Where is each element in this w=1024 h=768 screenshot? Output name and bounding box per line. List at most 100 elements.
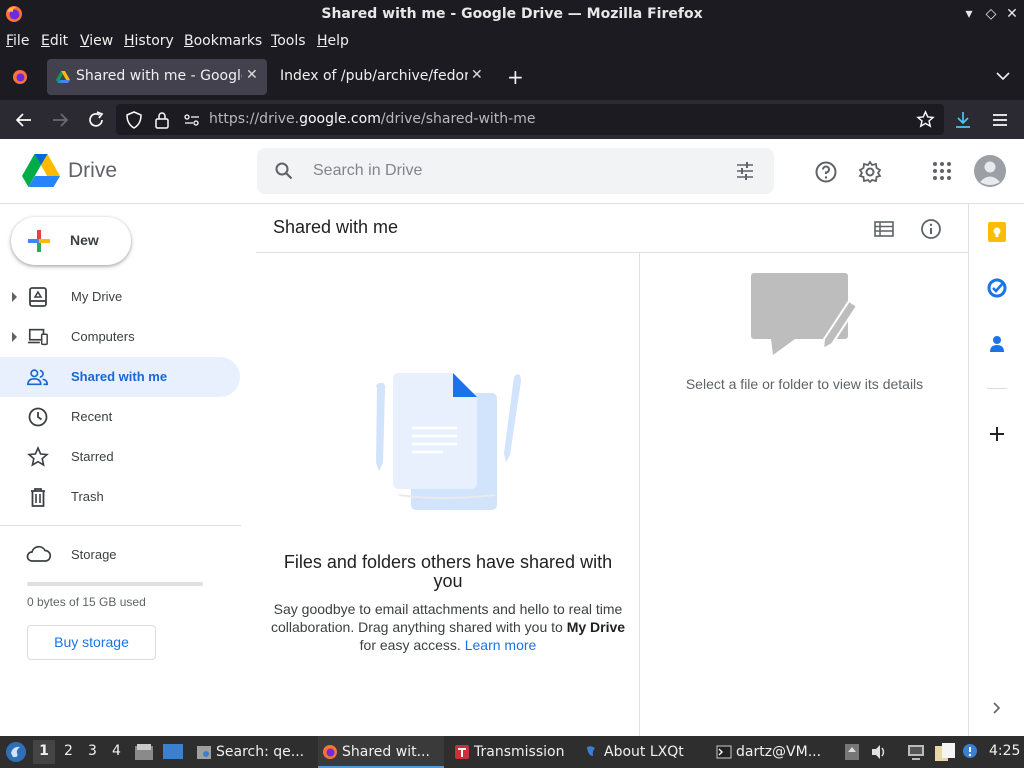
minimize-button[interactable]: ▾: [960, 5, 978, 23]
notification-icon[interactable]: [962, 743, 978, 759]
drive-header: Drive Search in Drive: [0, 139, 1024, 204]
permissions-icon[interactable]: [183, 112, 201, 128]
search-icon[interactable]: [274, 161, 294, 181]
reload-icon[interactable]: [85, 109, 107, 131]
expand-caret-icon[interactable]: [12, 332, 17, 342]
task-label: Shared wit...: [342, 744, 430, 760]
keep-icon[interactable]: [987, 222, 1007, 242]
firefox-view-icon[interactable]: [11, 68, 29, 86]
menu-bookmarks[interactable]: Bookmarks: [184, 33, 262, 49]
add-addon-icon[interactable]: [988, 425, 1006, 443]
menu-history[interactable]: History: [124, 33, 174, 49]
task-firefox[interactable]: Shared wit...: [318, 736, 444, 768]
search-box[interactable]: Search in Drive: [257, 148, 774, 194]
workspace-2[interactable]: 2: [64, 743, 73, 759]
tray-upload-icon[interactable]: [844, 743, 860, 761]
learn-more-link[interactable]: Learn more: [465, 637, 537, 653]
sidebar-item-label: Starred: [71, 449, 114, 464]
buy-storage-button[interactable]: Buy storage: [27, 625, 156, 660]
window-title: Shared with me - Google Drive — Mozilla …: [321, 6, 703, 22]
menu-view[interactable]: View: [80, 33, 113, 49]
task-about-lxqt[interactable]: About LXQt: [580, 736, 702, 768]
chevron-right-icon[interactable]: [991, 701, 1003, 715]
show-desktop-icon[interactable]: [162, 743, 184, 761]
new-tab-button[interactable]: +: [507, 65, 524, 89]
close-window-button[interactable]: ✕: [1003, 5, 1021, 23]
task-transmission[interactable]: Transmission: [450, 736, 572, 768]
sidebar-item-my-drive[interactable]: My Drive: [0, 277, 240, 317]
tab-drive[interactable]: Shared with me - Google ✕: [47, 59, 267, 95]
task-search[interactable]: Search: qe...: [192, 736, 310, 768]
clock[interactable]: 4:25: [989, 743, 1020, 759]
tab-fedora-index[interactable]: Index of /pub/archive/fedora ✕: [270, 59, 492, 95]
clipboard-icon[interactable]: [934, 742, 956, 762]
workspace-4[interactable]: 4: [112, 743, 121, 759]
expand-caret-icon[interactable]: [12, 292, 17, 302]
list-view-icon[interactable]: [874, 220, 894, 238]
main-header: Shared with me: [256, 204, 968, 253]
workspace-3[interactable]: 3: [88, 743, 97, 759]
cloud-icon[interactable]: [26, 544, 52, 564]
menu-help[interactable]: Help: [317, 33, 349, 49]
storage-progress-bar: [27, 582, 203, 586]
shield-icon[interactable]: [125, 111, 143, 129]
firefox-icon: [323, 745, 337, 759]
new-button[interactable]: New: [11, 217, 131, 265]
start-menu-icon[interactable]: [5, 741, 27, 763]
menu-tools[interactable]: Tools: [271, 33, 306, 49]
search-input[interactable]: Search in Drive: [313, 162, 422, 180]
drive-logo-icon[interactable]: [22, 154, 60, 188]
maximize-button[interactable]: ◇: [982, 5, 1000, 23]
hamburger-menu-icon[interactable]: [989, 109, 1011, 131]
sidebar: New My Drive Computers Shared with me Re…: [0, 204, 256, 736]
settings-gear-icon[interactable]: [858, 160, 882, 184]
lock-icon[interactable]: [154, 111, 170, 129]
workspace-1[interactable]: 1: [33, 740, 55, 764]
menu-edit[interactable]: Edit: [41, 33, 68, 49]
task-terminal[interactable]: dartz@VM...: [712, 736, 834, 768]
sidebar-item-label: Trash: [71, 489, 104, 504]
network-icon[interactable]: [906, 743, 926, 761]
sidebar-item-starred[interactable]: Starred: [0, 437, 240, 477]
plus-icon: [28, 230, 50, 252]
help-icon[interactable]: [814, 160, 838, 184]
url-text[interactable]: https://drive.google.com/drive/shared-wi…: [209, 111, 535, 127]
empty-state: Files and folders others have shared wit…: [256, 253, 640, 736]
taskbar: 1 2 3 4 Search: qe... Shared wit... Tran…: [0, 736, 1024, 768]
task-label: dartz@VM...: [736, 744, 822, 760]
task-label: Search: qe...: [216, 744, 305, 760]
info-icon[interactable]: [920, 218, 942, 240]
page-title: Shared with me: [273, 217, 399, 237]
url-bar[interactable]: https://drive.google.com/drive/shared-wi…: [116, 104, 944, 135]
navigation-bar: https://drive.google.com/drive/shared-wi…: [0, 100, 1024, 139]
sidebar-item-label: My Drive: [71, 289, 123, 304]
sidebar-item-trash[interactable]: Trash: [0, 477, 240, 517]
menu-file[interactable]: File: [6, 33, 29, 49]
search-options-icon[interactable]: [735, 161, 755, 181]
side-panel: [968, 204, 1024, 736]
apps-grid-icon[interactable]: [932, 161, 952, 181]
file-manager-icon[interactable]: [134, 743, 154, 761]
clock-icon: [28, 407, 48, 427]
list-all-tabs-icon[interactable]: [996, 71, 1010, 81]
sidebar-divider: [0, 525, 241, 526]
bookmark-star-icon[interactable]: [916, 110, 935, 129]
avatar[interactable]: [974, 155, 1006, 187]
comment-edit-illustration-icon: [751, 273, 859, 355]
sidebar-item-computers[interactable]: Computers: [0, 317, 240, 357]
tab-close-icon[interactable]: ✕: [471, 67, 483, 83]
storage-label[interactable]: Storage: [71, 547, 117, 562]
sidebar-item-recent[interactable]: Recent: [0, 397, 240, 437]
forward-icon[interactable]: [49, 109, 71, 131]
tab-close-icon[interactable]: ✕: [246, 67, 258, 83]
contacts-icon[interactable]: [988, 334, 1006, 354]
downloads-icon[interactable]: [952, 109, 974, 131]
volume-icon[interactable]: [870, 744, 888, 760]
task-label: About LXQt: [604, 744, 684, 760]
terminal-icon: [716, 745, 732, 759]
sidebar-item-shared-with-me[interactable]: Shared with me: [0, 357, 240, 397]
tasks-icon[interactable]: [987, 278, 1007, 298]
details-placeholder: Select a file or folder to view its deta…: [685, 376, 924, 392]
back-icon[interactable]: [13, 109, 35, 131]
drive-title[interactable]: Drive: [68, 159, 117, 183]
